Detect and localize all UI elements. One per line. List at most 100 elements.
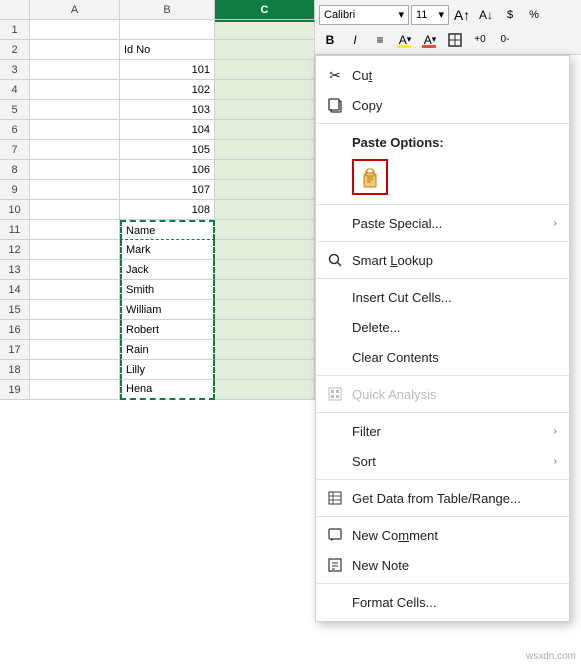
cell-c14[interactable] [215,280,315,300]
cell-c2[interactable] [215,40,315,60]
font-name-input[interactable]: Calibri ▾ [319,5,409,25]
cell-b3[interactable]: 101 [120,60,215,80]
cell-b6[interactable]: 104 [120,120,215,140]
highlight-btn[interactable]: A ▾ [394,30,416,50]
decrease-font-btn[interactable]: A↓ [475,5,497,25]
cell-a11[interactable] [30,220,120,240]
menu-item-cut[interactable]: ✂ Cut [316,60,569,90]
cell-c12[interactable] [215,240,315,260]
italic-btn[interactable]: I [344,30,366,50]
col-header-c[interactable]: C [215,0,315,20]
cell-a18[interactable] [30,360,120,380]
menu-item-new-comment[interactable]: New Comment [316,520,569,550]
cell-b13[interactable]: Jack [120,260,215,280]
font-color-btn[interactable]: A ▾ [419,30,441,50]
cell-a7[interactable] [30,140,120,160]
col-header-b[interactable]: B [120,0,215,20]
percent-btn[interactable]: % [523,5,545,25]
cell-a9[interactable] [30,180,120,200]
increase-decimal-btn[interactable]: +0 [469,30,491,50]
cell-c1[interactable] [215,20,315,40]
cell-b15[interactable]: William [120,300,215,320]
cell-c3[interactable] [215,60,315,80]
menu-item-quick-analysis[interactable]: Quick Analysis [316,379,569,409]
cell-a14[interactable] [30,280,120,300]
cell-b9[interactable]: 107 [120,180,215,200]
bold-btn[interactable]: B [319,30,341,50]
menu-item-format-cells[interactable]: Format Cells... [316,587,569,617]
cell-b16[interactable]: Robert [120,320,215,340]
cell-a8[interactable] [30,160,120,180]
decrease-decimal-btn[interactable]: 0- [494,30,516,50]
cell-c16[interactable] [215,320,315,340]
format-cells-icon [324,592,346,612]
cell-b11[interactable]: Name [120,220,215,240]
cell-b19[interactable]: Hena [120,380,215,400]
cell-c6[interactable] [215,120,315,140]
cell-c7[interactable] [215,140,315,160]
cell-c19[interactable] [215,380,315,400]
menu-item-clear-contents[interactable]: Clear Contents [316,342,569,372]
cell-c5[interactable] [215,100,315,120]
dollar-btn[interactable]: $ [499,5,521,25]
cell-a1[interactable] [30,20,120,40]
cell-b12[interactable]: Mark [120,240,215,260]
paste-options-spacer [324,132,346,152]
cell-a12[interactable] [30,240,120,260]
cell-c10[interactable] [215,200,315,220]
cell-c15[interactable] [215,300,315,320]
cell-b7[interactable]: 105 [120,140,215,160]
cell-c4[interactable] [215,80,315,100]
menu-item-new-note[interactable]: New Note [316,550,569,580]
menu-item-copy[interactable]: Copy [316,90,569,120]
menu-item-filter[interactable]: Filter › [316,416,569,446]
cell-c18[interactable] [215,360,315,380]
cell-b18[interactable]: Lilly [120,360,215,380]
cell-b14[interactable]: Smith [120,280,215,300]
cell-a19[interactable] [30,380,120,400]
cell-b10[interactable]: 108 [120,200,215,220]
menu-item-get-data[interactable]: Get Data from Table/Range... [316,483,569,513]
cell-c13[interactable] [215,260,315,280]
new-note-icon [324,555,346,575]
menu-item-smart-lookup[interactable]: Smart Lookup [316,245,569,275]
menu-item-insert-cut-cells[interactable]: Insert Cut Cells... [316,282,569,312]
col-header-a[interactable]: A [30,0,120,20]
menu-item-delete[interactable]: Delete... [316,312,569,342]
cell-a3[interactable] [30,60,120,80]
paste-special-icon [324,213,346,233]
cell-b5[interactable]: 103 [120,100,215,120]
divider [316,479,569,480]
cell-b4[interactable]: 102 [120,80,215,100]
cell-a15[interactable] [30,300,120,320]
align-btn[interactable]: ≡ [369,30,391,50]
context-menu: ✂ Cut Copy Paste Options: [315,55,570,622]
table-row: 10 108 [0,200,315,220]
filter-icon [324,421,346,441]
menu-item-sort[interactable]: Sort › [316,446,569,476]
cell-c11[interactable] [215,220,315,240]
cell-a16[interactable] [30,320,120,340]
menu-item-paste-special[interactable]: Paste Special... › [316,208,569,238]
cut-icon: ✂ [324,65,346,85]
table-row: 14 Smith [0,280,315,300]
cell-a2[interactable] [30,40,120,60]
cell-c8[interactable] [215,160,315,180]
font-size-input[interactable]: 11 ▾ [411,5,449,25]
cell-a17[interactable] [30,340,120,360]
cell-a10[interactable] [30,200,120,220]
cell-c9[interactable] [215,180,315,200]
cell-a13[interactable] [30,260,120,280]
cell-b1[interactable] [120,20,215,40]
cell-b8[interactable]: 106 [120,160,215,180]
cell-a4[interactable] [30,80,120,100]
paste-button[interactable] [352,159,388,195]
cell-c17[interactable] [215,340,315,360]
cell-a5[interactable] [30,100,120,120]
cell-b2[interactable]: Id No [120,40,215,60]
increase-font-btn[interactable]: A↑ [451,5,473,25]
border-btn[interactable] [444,30,466,50]
cell-a6[interactable] [30,120,120,140]
divider [316,412,569,413]
cell-b17[interactable]: Rain [120,340,215,360]
